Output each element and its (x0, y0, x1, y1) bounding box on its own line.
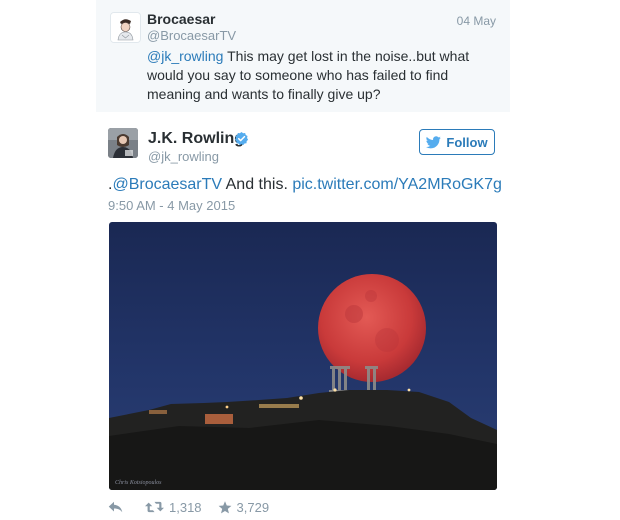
star-icon (218, 500, 231, 513)
brocaesar-avatar-image (111, 13, 140, 42)
jk-rowling-avatar[interactable] (108, 128, 138, 158)
tweet-text: .@BrocaesarTV And this. pic.twitter.com/… (108, 176, 502, 194)
retweet-icon (145, 501, 164, 513)
reply-button[interactable] (108, 501, 123, 513)
reply-mention-link[interactable]: @jk_rowling (147, 48, 223, 64)
reply-tweet-text: @jk_rowling This may get lost in the noi… (147, 47, 487, 104)
reply-arrow-icon (108, 501, 123, 513)
reply-date[interactable]: 04 May (457, 14, 496, 28)
follow-button-label: Follow (446, 134, 488, 150)
reply-tweet-card[interactable]: Brocaesar @BrocaesarTV 04 May @jk_rowlin… (96, 0, 510, 112)
reply-author-handle[interactable]: @BrocaesarTV (147, 28, 236, 43)
retweet-button[interactable]: 1,318 (145, 500, 202, 515)
verified-badge-icon (234, 131, 249, 146)
tweet-embed: Brocaesar @BrocaesarTV 04 May @jk_rowlin… (0, 0, 620, 520)
follow-button[interactable]: Follow (419, 129, 495, 155)
brocaesar-avatar[interactable] (110, 12, 141, 43)
twitter-bird-icon (426, 135, 442, 148)
reply-author-name[interactable]: Brocaesar (147, 11, 216, 27)
photo-credit: Chris Kotsiopoulos (115, 480, 162, 486)
tweet-photo[interactable]: Chris Kotsiopoulos (109, 222, 497, 490)
author-handle[interactable]: @jk_rowling (148, 149, 219, 164)
tweet-actions: 1,318 3,729 (108, 498, 269, 516)
tweet-pic-link[interactable]: pic.twitter.com/YA2MRoGK7g (292, 176, 502, 193)
favorite-count: 3,729 (236, 499, 270, 515)
jk-rowling-avatar-image (108, 128, 138, 158)
tweet-mention-link[interactable]: @BrocaesarTV (112, 176, 222, 193)
author-name[interactable]: J.K. Rowling (148, 130, 244, 148)
supermoon-photo-image (109, 222, 497, 490)
tweet-timestamp[interactable]: 9:50 AM - 4 May 2015 (108, 198, 235, 213)
favorite-button[interactable]: 3,729 (218, 499, 270, 515)
retweet-count: 1,318 (169, 499, 202, 515)
tweet-text-body: And this. (222, 176, 293, 193)
